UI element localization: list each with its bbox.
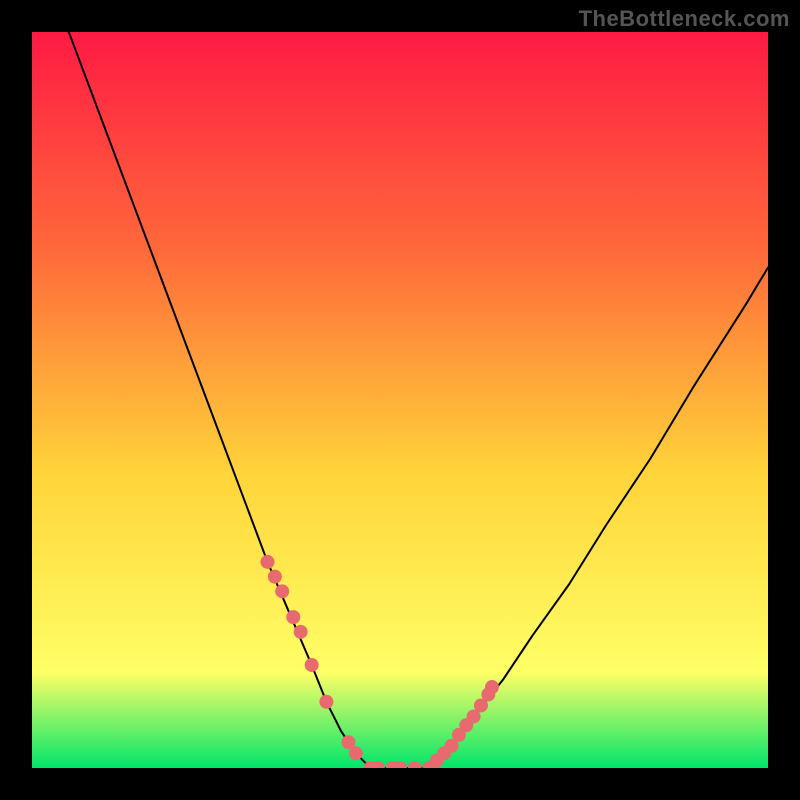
data-point (275, 584, 289, 598)
brand-watermark: TheBottleneck.com (579, 6, 790, 32)
data-point (294, 625, 308, 639)
plot-area (32, 32, 768, 768)
data-point (305, 658, 319, 672)
data-point (261, 555, 275, 569)
data-point (349, 746, 363, 760)
data-point (268, 570, 282, 584)
data-point (319, 695, 333, 709)
gradient-background (32, 32, 768, 768)
data-point (485, 680, 499, 694)
data-point (286, 610, 300, 624)
chart-svg (32, 32, 768, 768)
